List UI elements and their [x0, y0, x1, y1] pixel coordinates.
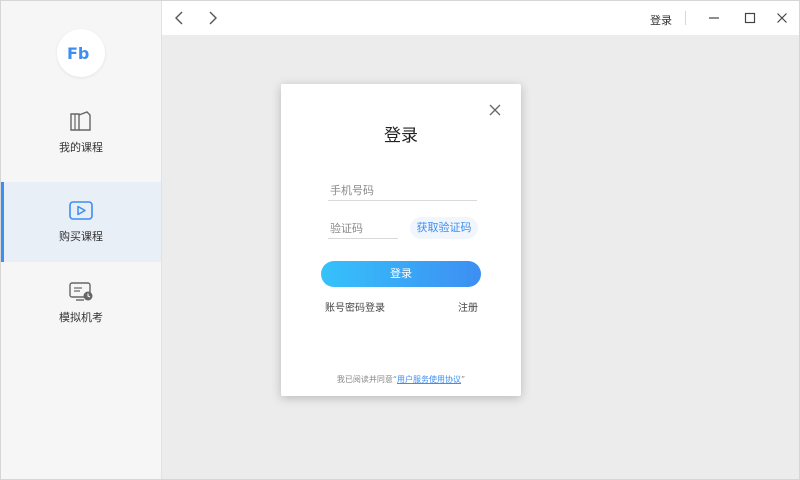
password-login-link[interactable]: 账号密码登录	[325, 299, 385, 314]
login-dialog: 登录 获取验证码 登录 账号密码登录 注册 我已阅读并同意“用户服务使用协议”	[281, 84, 521, 396]
quote-close: ”	[461, 375, 466, 384]
phone-input[interactable]	[328, 180, 477, 201]
title-bar: 登录	[162, 1, 799, 36]
monitor-clock-icon	[68, 281, 94, 303]
agreement-link[interactable]: 用户服务使用协议	[397, 375, 461, 384]
login-button[interactable]: 登录	[321, 261, 481, 287]
back-button[interactable]	[170, 8, 190, 28]
app-window: Fb 我的课程 购买课程 模拟机考 登录 登录 手机号码 验证码 获取验证码 登…	[0, 0, 800, 480]
sidebar-item-mock-exam[interactable]: 模拟机考	[1, 263, 161, 343]
maximize-icon	[744, 12, 756, 24]
sidebar-item-my-courses[interactable]: 我的课程	[1, 93, 161, 173]
minimize-icon	[709, 17, 719, 19]
topbar-login-link[interactable]: 登录	[650, 12, 672, 28]
chevron-left-icon	[175, 11, 183, 25]
close-icon[interactable]	[487, 102, 503, 118]
book-icon	[68, 111, 94, 133]
maximize-button[interactable]	[740, 8, 760, 28]
close-window-button[interactable]	[772, 8, 792, 28]
sidebar: Fb 我的课程 购买课程 模拟机考	[1, 1, 162, 479]
fb-logo-icon: Fb	[67, 44, 89, 63]
minimize-button[interactable]	[704, 8, 724, 28]
register-link[interactable]: 注册	[458, 299, 478, 314]
get-code-button[interactable]: 获取验证码	[410, 217, 478, 239]
sidebar-item-buy-courses[interactable]: 购买课程	[1, 182, 161, 262]
divider	[685, 11, 686, 25]
verification-code-input[interactable]	[328, 218, 398, 239]
dialog-title: 登录	[384, 126, 418, 146]
sidebar-item-label: 购买课程	[59, 230, 103, 243]
sidebar-item-label: 模拟机考	[59, 311, 103, 324]
forward-button[interactable]	[202, 8, 222, 28]
chevron-right-icon	[209, 11, 217, 25]
close-icon	[777, 13, 787, 23]
play-icon	[68, 200, 94, 222]
app-logo: Fb	[57, 29, 105, 77]
svg-text:Fb: Fb	[67, 44, 89, 63]
agreement-prefix: 我已阅读并同意	[336, 375, 393, 384]
sidebar-item-label: 我的课程	[59, 141, 103, 154]
agreement-notice: 我已阅读并同意“用户服务使用协议”	[281, 374, 521, 385]
